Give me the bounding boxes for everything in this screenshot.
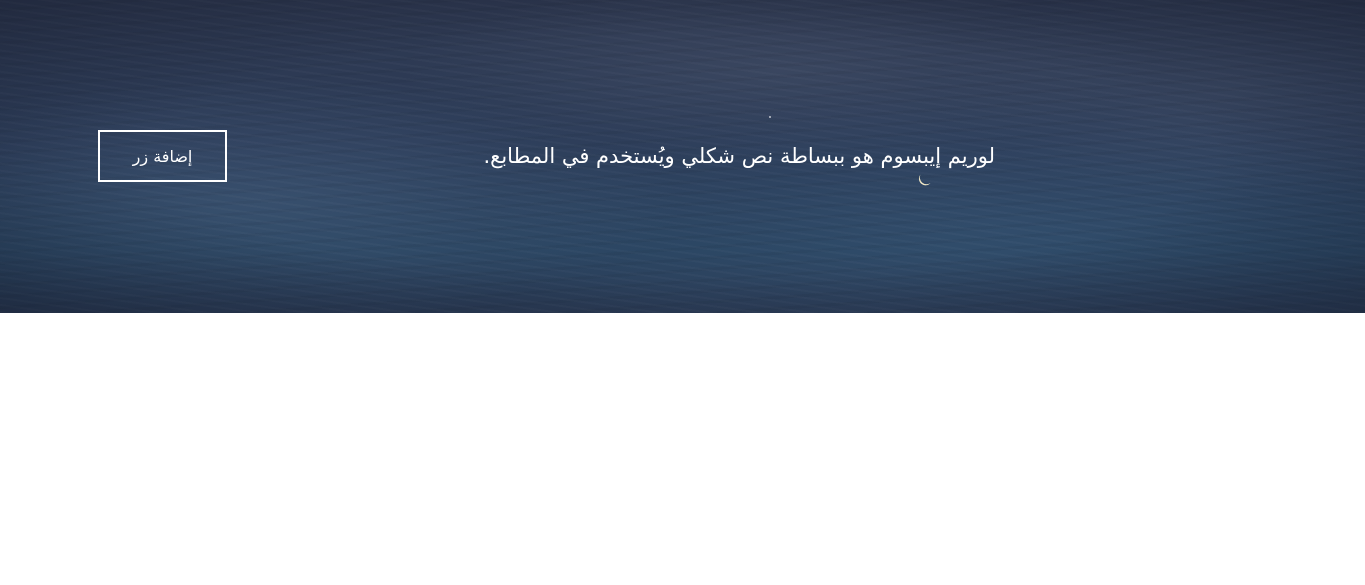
hero-banner: لوريم إيبسوم هو ببساطة نص شكلي ويُستخدم … (0, 0, 1365, 313)
hero-headline: لوريم إيبسوم هو ببساطة نص شكلي ويُستخدم … (483, 144, 995, 168)
add-button[interactable]: إضافة زر (98, 130, 227, 182)
star-icon (769, 116, 771, 118)
crescent-moon-icon (918, 174, 931, 186)
content-area (0, 313, 1365, 585)
